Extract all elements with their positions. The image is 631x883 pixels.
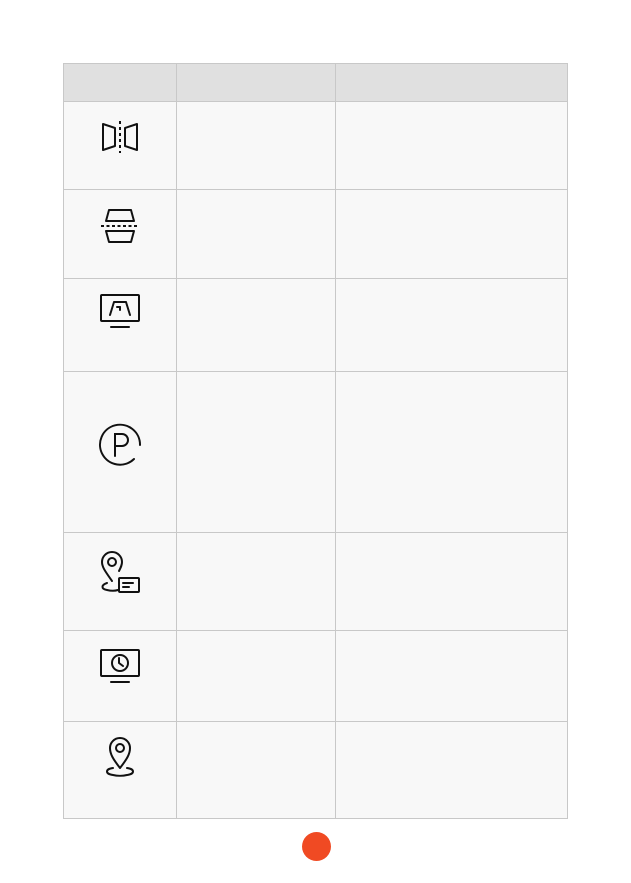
description-cell bbox=[335, 532, 568, 631]
table-header-row bbox=[63, 63, 568, 102]
location-card-icon bbox=[99, 549, 141, 595]
name-cell bbox=[176, 189, 336, 279]
table-row bbox=[63, 189, 568, 279]
location-pin-icon bbox=[103, 736, 137, 778]
icon-cell bbox=[63, 630, 177, 722]
header-name bbox=[176, 63, 336, 102]
mirror-fold-icon bbox=[100, 120, 140, 154]
icon-reference-table bbox=[63, 63, 568, 819]
header-description bbox=[335, 63, 568, 102]
split-view-icon bbox=[100, 207, 140, 245]
icon-cell bbox=[63, 721, 177, 819]
header-icon bbox=[63, 63, 177, 102]
table-row bbox=[63, 721, 568, 819]
icon-cell bbox=[63, 189, 177, 279]
description-cell bbox=[335, 721, 568, 819]
name-cell bbox=[176, 532, 336, 631]
table-row bbox=[63, 532, 568, 631]
name-cell bbox=[176, 101, 336, 190]
description-cell bbox=[335, 278, 568, 372]
display-clock-icon bbox=[99, 648, 141, 686]
document-page bbox=[0, 0, 631, 883]
table-row bbox=[63, 278, 568, 372]
description-cell bbox=[335, 371, 568, 533]
display-road-icon bbox=[99, 293, 141, 331]
description-cell bbox=[335, 630, 568, 722]
table-row bbox=[63, 371, 568, 533]
description-cell bbox=[335, 189, 568, 279]
description-cell bbox=[335, 101, 568, 190]
table-row bbox=[63, 630, 568, 722]
icon-cell bbox=[63, 532, 177, 631]
icon-cell bbox=[63, 371, 177, 533]
parking-icon bbox=[97, 422, 143, 468]
name-cell bbox=[176, 630, 336, 722]
name-cell bbox=[176, 371, 336, 533]
name-cell bbox=[176, 721, 336, 819]
icon-cell bbox=[63, 101, 177, 190]
name-cell bbox=[176, 278, 336, 372]
page-marker-dot bbox=[302, 832, 331, 861]
icon-cell bbox=[63, 278, 177, 372]
table-row bbox=[63, 101, 568, 190]
